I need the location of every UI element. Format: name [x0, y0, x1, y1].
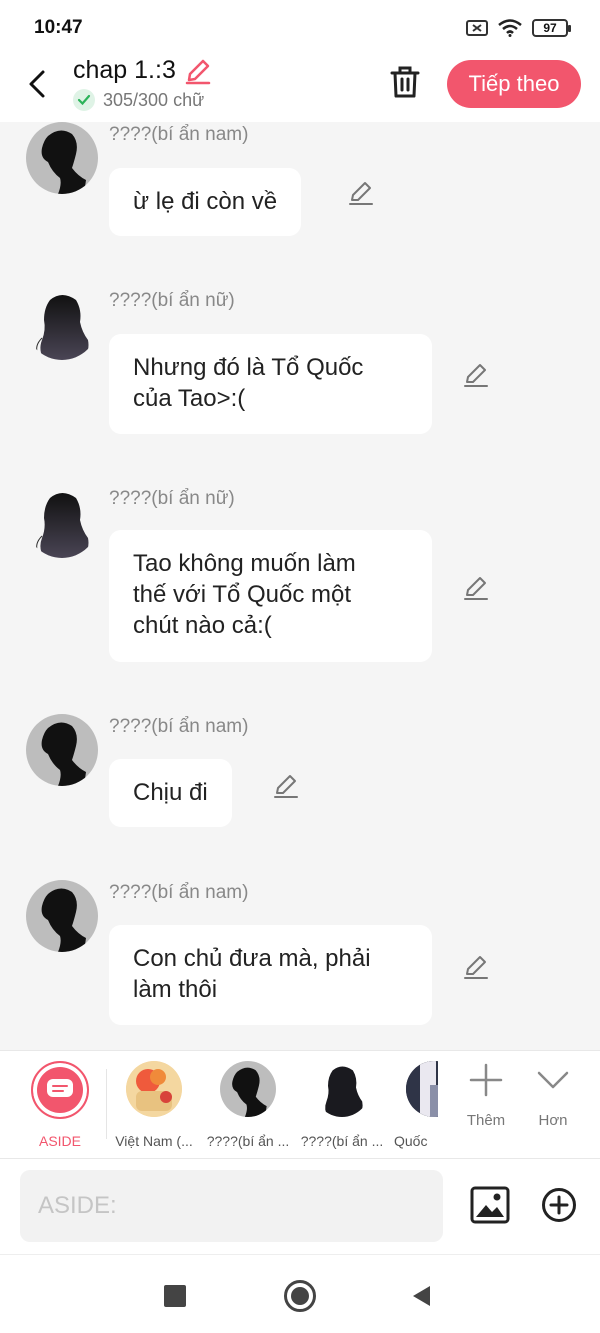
check-icon	[73, 89, 95, 111]
add-label: Thêm	[466, 1112, 506, 1129]
status-icons: 97	[466, 19, 571, 37]
avatar[interactable]	[26, 288, 98, 360]
sender-name: ????(bí ẩn nam)	[109, 882, 249, 903]
aside-avatar	[31, 1061, 89, 1119]
back-triangle-icon[interactable]	[410, 1284, 432, 1308]
character-label: ????(bí ẩn ...	[206, 1133, 290, 1149]
character-avatar	[126, 1061, 182, 1117]
edit-message-icon[interactable]	[463, 575, 489, 601]
message-text-line: chút nào cả:(	[133, 612, 272, 639]
recents-button[interactable]	[164, 1285, 186, 1307]
message-text-line: Nhưng đó là Tổ Quốc	[133, 354, 364, 381]
message-bubble[interactable]: Con chủ đưa mà, phải làm thôi	[109, 925, 432, 1025]
male-silhouette-icon	[41, 888, 86, 952]
delete-button[interactable]	[388, 64, 422, 102]
home-button[interactable]	[284, 1280, 316, 1312]
chapter-title-block: chap 1.:3 305/300 chữ	[73, 56, 212, 111]
chevron-down-icon	[537, 1071, 569, 1089]
add-button[interactable]	[541, 1187, 577, 1223]
sender-name: ????(bí ẩn nữ)	[109, 290, 235, 311]
back-button[interactable]	[22, 64, 52, 104]
message-input[interactable]	[20, 1170, 443, 1242]
edit-title-icon[interactable]	[184, 57, 212, 85]
message-bubble[interactable]: Tao không muốn làm thế với Tổ Quốc một c…	[109, 530, 432, 662]
battery-icon: 97	[532, 19, 571, 37]
chevron-left-icon	[29, 70, 45, 98]
avatar[interactable]	[26, 486, 98, 558]
word-count: 305/300 chữ	[103, 89, 205, 110]
character-vietnam[interactable]: Việt Nam (...	[108, 1061, 200, 1149]
male-silhouette-icon	[41, 130, 86, 194]
character-avatar	[220, 1061, 276, 1117]
editor-header: chap 1.:3 305/300 chữ Tiếp theo	[0, 56, 600, 122]
trash-icon	[390, 66, 420, 98]
status-bar: 10:47 97	[0, 0, 600, 56]
avatar[interactable]	[26, 122, 98, 194]
male-silhouette-icon	[41, 722, 86, 786]
character-mystery-female[interactable]: ????(bí ẩn ...	[296, 1061, 388, 1149]
avatar[interactable]	[26, 714, 98, 786]
status-time: 10:47	[34, 17, 83, 38]
female-silhouette-icon	[36, 295, 89, 360]
plus-icon	[469, 1063, 503, 1097]
wifi-icon	[498, 19, 522, 37]
avatar[interactable]	[26, 880, 98, 952]
input-bar	[0, 1158, 600, 1254]
edit-message-icon[interactable]	[273, 773, 299, 799]
message-bubble[interactable]: Chịu đi	[109, 759, 232, 827]
character-quoc[interactable]: Quốc	[388, 1061, 438, 1149]
speech-bubble-icon	[47, 1079, 73, 1097]
character-label: Quốc	[394, 1133, 428, 1149]
system-nav-bar	[0, 1254, 600, 1333]
add-character-button[interactable]: Thêm	[456, 1063, 516, 1129]
chat-area[interactable]: ????(bí ẩn nam) ừ lẹ đi còn về ????(bí ẩ…	[0, 122, 600, 1050]
message-text-line: Tao không muốn làm	[133, 550, 356, 577]
sender-name: ????(bí ẩn nam)	[109, 716, 249, 737]
female-silhouette-icon	[36, 493, 89, 558]
sim-off-icon	[466, 20, 488, 36]
home-dot	[291, 1287, 309, 1305]
chapter-title: chap 1.:3	[73, 56, 176, 84]
message-text-line: thế với Tổ Quốc một	[133, 581, 352, 608]
character-aside[interactable]: ASIDE	[14, 1061, 106, 1149]
more-label: Hơn	[538, 1112, 568, 1129]
sender-name: ????(bí ẩn nam)	[109, 124, 249, 145]
message-bubble[interactable]: ừ lẹ đi còn về	[109, 168, 302, 236]
sender-name: ????(bí ẩn nữ)	[109, 488, 235, 509]
character-label: ????(bí ẩn ...	[300, 1133, 384, 1149]
edit-message-icon[interactable]	[463, 954, 489, 980]
edit-message-icon[interactable]	[463, 362, 489, 388]
more-button[interactable]: Hơn	[523, 1063, 583, 1129]
character-label: Việt Nam (...	[115, 1133, 193, 1149]
character-avatar	[406, 1061, 438, 1117]
plus-circle-icon	[542, 1188, 576, 1222]
message-text: Chịu đi	[133, 779, 208, 806]
character-label: ASIDE	[38, 1133, 81, 1149]
character-selector: ASIDE Việt Nam (... ????(bí ẩn ... ????(…	[0, 1050, 600, 1158]
edit-message-icon[interactable]	[348, 180, 374, 206]
character-mystery-male[interactable]: ????(bí ẩn ...	[202, 1061, 294, 1149]
insert-image-button[interactable]	[470, 1185, 510, 1225]
character-avatar	[314, 1061, 370, 1117]
message-text-line: của Tao>:(	[133, 385, 246, 412]
battery-level: 97	[543, 21, 557, 35]
message-text-line: làm thôi	[133, 976, 218, 1003]
next-button[interactable]: Tiếp theo	[447, 60, 581, 108]
message-bubble[interactable]: Nhưng đó là Tổ Quốc của Tao>:(	[109, 334, 432, 434]
divider	[106, 1069, 107, 1139]
image-icon	[470, 1186, 510, 1224]
message-text-line: Con chủ đưa mà, phải	[133, 945, 371, 972]
message-text: ừ lẹ đi còn về	[133, 188, 278, 215]
